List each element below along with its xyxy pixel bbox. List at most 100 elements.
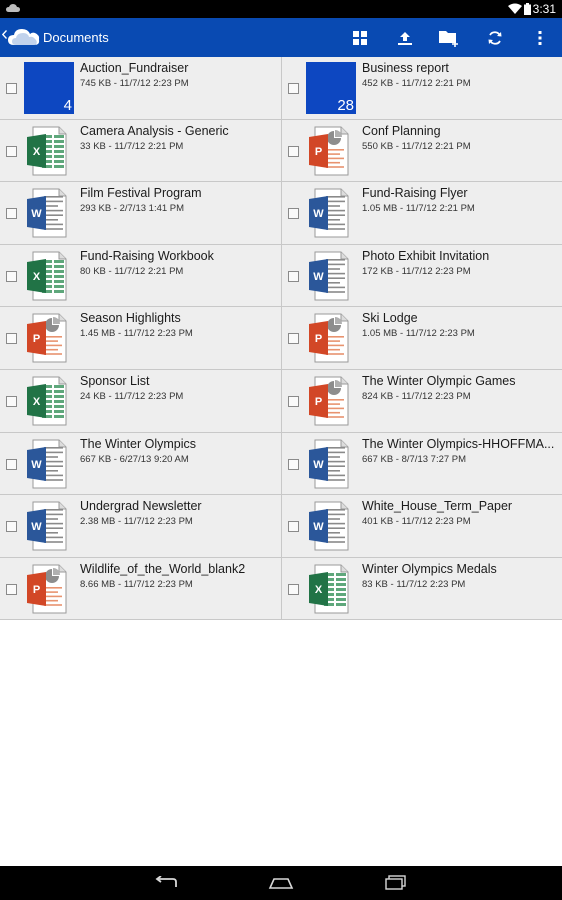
select-checkbox[interactable] bbox=[6, 83, 17, 94]
file-item[interactable]: X Winter Olympics Medals 83 KB - 11/7/12 2… bbox=[281, 557, 562, 620]
file-item[interactable]: P Conf Planning 550 KB - 11/7/12 2:21 PM bbox=[281, 119, 562, 182]
back-button[interactable] bbox=[147, 873, 187, 893]
file-name: Auction_Fundraiser bbox=[80, 61, 189, 75]
word-file-icon: W bbox=[24, 187, 74, 239]
file-name: The Winter Olympic Games bbox=[362, 373, 516, 388]
file-name: Fund-Raising Flyer bbox=[362, 186, 468, 201]
upload-icon bbox=[398, 31, 412, 45]
select-checkbox[interactable] bbox=[288, 395, 299, 407]
file-row: X Fund-Raising Workbook 80 KB - 11/7/12 2:… bbox=[0, 244, 562, 308]
select-checkbox[interactable] bbox=[6, 208, 17, 220]
grid-view-icon bbox=[353, 31, 367, 45]
more-vertical-icon bbox=[538, 31, 542, 45]
file-name: The Winter Olympics bbox=[80, 436, 196, 451]
refresh-icon bbox=[488, 31, 502, 45]
file-row: X Sponsor List 24 KB - 11/7/12 2:23 PM P The… bbox=[0, 369, 562, 433]
new-folder-icon bbox=[439, 31, 458, 47]
select-checkbox[interactable] bbox=[288, 208, 299, 220]
back-icon bbox=[155, 876, 177, 887]
file-row: W The Winter Olympics 667 KB - 6/27/13 9:2… bbox=[0, 432, 562, 496]
file-item[interactable]: 28 Business report 452 KB - 11/7/12 2:21 P… bbox=[281, 57, 562, 119]
battery-icon bbox=[524, 3, 531, 18]
word-file-icon: W bbox=[24, 500, 74, 552]
page-title: Documents bbox=[43, 30, 109, 45]
new-folder-button[interactable] bbox=[434, 24, 466, 52]
file-name: Winter Olympics Medals bbox=[362, 561, 497, 576]
excel-file-icon: X bbox=[24, 250, 74, 302]
select-checkbox[interactable] bbox=[288, 458, 299, 470]
file-item[interactable]: P Season Highlights 1.45 MB - 11/7/12 2:23… bbox=[0, 307, 281, 369]
select-checkbox[interactable] bbox=[6, 395, 17, 407]
file-meta: 452 KB - 11/7/12 2:21 PM bbox=[362, 78, 471, 89]
file-item[interactable]: P Wildlife_of_the_World_blank2 8.66 MB - 1… bbox=[0, 557, 281, 620]
select-checkbox[interactable] bbox=[6, 458, 17, 470]
file-row: P Season Highlights 1.45 MB - 11/7/12 2:23… bbox=[0, 307, 562, 370]
word-file-icon: W bbox=[306, 187, 356, 239]
file-item[interactable]: P The Winter Olympic Games 824 KB - 11/7/1… bbox=[281, 369, 562, 432]
wifi-icon bbox=[508, 3, 522, 17]
file-meta: 83 KB - 11/7/12 2:23 PM bbox=[362, 578, 466, 590]
home-button[interactable] bbox=[261, 873, 301, 893]
select-checkbox[interactable] bbox=[6, 270, 17, 282]
svg-text:W: W bbox=[31, 521, 42, 533]
file-item[interactable]: W Fund-Raising Flyer 1.05 MB - 11/7/12 2:2… bbox=[281, 182, 562, 244]
file-row: P Wildlife_of_the_World_blank2 8.66 MB - 1… bbox=[0, 557, 562, 621]
file-name: Conf Planning bbox=[362, 123, 441, 138]
status-bar: 3:31 bbox=[0, 0, 562, 18]
select-checkbox[interactable] bbox=[288, 270, 299, 282]
select-checkbox[interactable] bbox=[6, 145, 17, 157]
file-row: W Undergrad Newsletter 2.38 MB - 11/7/12 2… bbox=[0, 495, 562, 558]
file-item[interactable]: X Camera Analysis - Generic 33 KB - 11/7/1… bbox=[0, 119, 281, 182]
file-name: Ski Lodge bbox=[362, 311, 418, 326]
file-item[interactable]: W Film Festival Program 293 KB - 2/7/13 1:… bbox=[0, 182, 281, 244]
file-meta: 824 KB - 11/7/12 2:23 PM bbox=[362, 390, 471, 402]
powerpoint-file-icon: P bbox=[306, 125, 356, 177]
recent-apps-button[interactable] bbox=[376, 873, 416, 893]
file-meta: 667 KB - 6/27/13 9:20 AM bbox=[80, 453, 189, 465]
file-item[interactable]: W The Winter Olympics-HHOFFMA... 667 KB - … bbox=[281, 432, 562, 495]
grid-view-button[interactable] bbox=[344, 24, 376, 52]
svg-text:W: W bbox=[313, 459, 324, 471]
file-name: Sponsor List bbox=[80, 373, 150, 388]
svg-text:P: P bbox=[315, 396, 322, 408]
select-checkbox[interactable] bbox=[288, 583, 299, 595]
folder-item-count: 4 bbox=[63, 97, 72, 114]
select-checkbox[interactable] bbox=[288, 333, 299, 345]
action-bar: Documents bbox=[0, 18, 562, 57]
file-item[interactable]: X Fund-Raising Workbook 80 KB - 11/7/12 2:… bbox=[0, 244, 281, 307]
file-item[interactable]: 4 Auction_Fundraiser 745 KB - 11/7/12 2:23… bbox=[0, 57, 281, 119]
file-name: Film Festival Program bbox=[80, 186, 202, 201]
file-item[interactable]: W The Winter Olympics 667 KB - 6/27/13 9:2… bbox=[0, 432, 281, 495]
svg-text:P: P bbox=[315, 333, 322, 345]
upload-button[interactable] bbox=[389, 24, 421, 52]
file-name: Season Highlights bbox=[80, 311, 181, 326]
up-navigation[interactable]: Documents bbox=[0, 18, 110, 57]
file-meta: 80 KB - 11/7/12 2:21 PM bbox=[80, 265, 184, 277]
svg-text:X: X bbox=[33, 396, 41, 408]
file-meta: 1.05 MB - 11/7/12 2:23 PM bbox=[362, 328, 475, 340]
file-name: The Winter Olympics-HHOFFMA... bbox=[362, 436, 555, 451]
file-meta: 24 KB - 11/7/12 2:23 PM bbox=[80, 390, 184, 402]
select-checkbox[interactable] bbox=[6, 583, 17, 595]
svg-text:X: X bbox=[33, 271, 41, 283]
overflow-menu-button[interactable] bbox=[524, 24, 556, 52]
select-checkbox[interactable] bbox=[6, 333, 17, 345]
file-name: Camera Analysis - Generic bbox=[80, 123, 229, 138]
select-checkbox[interactable] bbox=[6, 521, 17, 533]
select-checkbox[interactable] bbox=[288, 521, 299, 533]
refresh-button[interactable] bbox=[479, 24, 511, 52]
svg-text:W: W bbox=[31, 208, 42, 220]
powerpoint-file-icon: P bbox=[306, 375, 356, 427]
file-meta: 550 KB - 11/7/12 2:21 PM bbox=[362, 140, 471, 152]
select-checkbox[interactable] bbox=[288, 145, 299, 157]
svg-text:W: W bbox=[31, 459, 42, 471]
file-item[interactable]: P Ski Lodge 1.05 MB - 11/7/12 2:23 PM bbox=[281, 307, 562, 369]
select-checkbox[interactable] bbox=[288, 83, 299, 94]
svg-text:X: X bbox=[33, 146, 41, 158]
file-item[interactable]: W Photo Exhibit Invitation 172 KB - 11/7/1… bbox=[281, 244, 562, 307]
file-item[interactable]: W White_House_Term_Paper 401 KB - 11/7/12 … bbox=[281, 495, 562, 557]
home-icon bbox=[268, 878, 294, 889]
file-item[interactable]: X Sponsor List 24 KB - 11/7/12 2:23 PM bbox=[0, 369, 281, 432]
file-meta: 172 KB - 11/7/12 2:23 PM bbox=[362, 265, 471, 277]
file-item[interactable]: W Undergrad Newsletter 2.38 MB - 11/7/12 2… bbox=[0, 495, 281, 557]
